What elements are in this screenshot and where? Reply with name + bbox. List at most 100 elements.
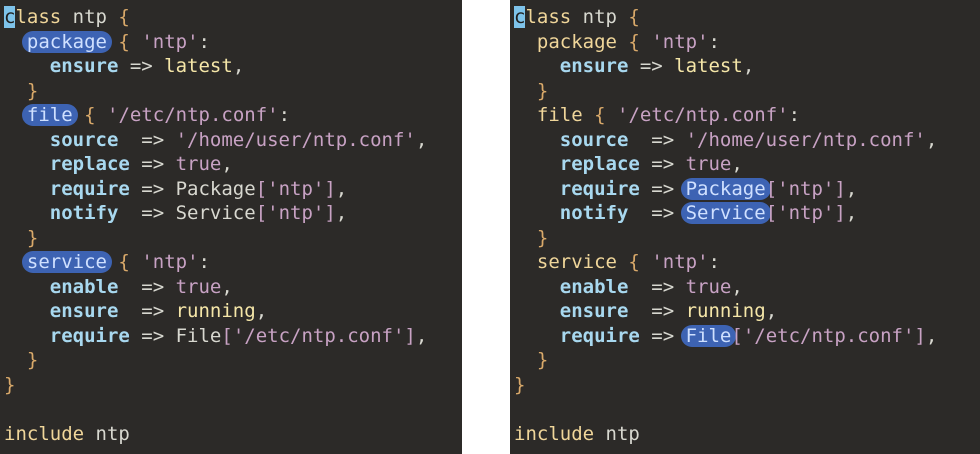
code-line: include ntp xyxy=(514,422,640,446)
code-token: } xyxy=(26,349,39,371)
code-token: 'ntp' xyxy=(129,251,199,273)
code-token: : xyxy=(278,104,291,126)
code-token: true xyxy=(175,153,222,175)
code-line: service { 'ntp': xyxy=(514,250,720,274)
code-token: require xyxy=(49,177,130,200)
code-editor-left[interactable]: class ntp { package { 'ntp': ensure => l… xyxy=(0,0,462,454)
code-token: true xyxy=(175,275,222,298)
code-token: => xyxy=(639,324,686,347)
code-token: } xyxy=(536,79,549,102)
code-token: : xyxy=(708,30,720,53)
code-token: running xyxy=(175,300,256,322)
code-token: '/etc/ntp.conf' xyxy=(95,104,279,126)
code-token: => xyxy=(129,324,176,347)
code-line: ensure => latest, xyxy=(4,54,245,78)
code-token: { xyxy=(118,30,130,53)
code-token: { xyxy=(594,104,606,126)
code-token: source xyxy=(49,128,119,151)
code-token: ntp xyxy=(582,6,629,28)
code-token: replace xyxy=(49,153,130,175)
code-token: ['ntp'] xyxy=(765,177,846,200)
code-token: 'ntp' xyxy=(639,30,709,53)
code-token: ensure xyxy=(559,300,629,322)
code-token: => xyxy=(639,177,686,200)
code-token: enable xyxy=(559,275,629,298)
code-line: source => '/home/user/ntp.conf', xyxy=(4,128,428,152)
code-token: => xyxy=(129,153,176,175)
code-token: } xyxy=(514,373,526,396)
code-line: } xyxy=(514,226,548,250)
code-token: , xyxy=(221,275,233,298)
code-token: , xyxy=(845,202,858,224)
code-token: } xyxy=(536,349,549,371)
code-token: => xyxy=(118,55,165,77)
code-token: : xyxy=(788,104,801,126)
code-editor-right[interactable]: class ntp { package { 'ntp': ensure => l… xyxy=(510,0,980,454)
code-line: notify => Service['ntp'], xyxy=(514,201,857,225)
code-token: , xyxy=(731,153,743,175)
code-token: { xyxy=(84,104,96,126)
code-line: require => Package['ntp'], xyxy=(4,177,347,201)
code-line: class ntp { xyxy=(4,5,130,29)
code-token: => xyxy=(628,202,686,224)
code-line: require => Package['ntp'], xyxy=(514,177,857,201)
code-line: file { '/etc/ntp.conf': xyxy=(514,103,800,127)
code-token: ['/etc/ntp.conf'] xyxy=(221,324,416,347)
code-token: replace xyxy=(559,153,640,175)
code-token: } xyxy=(536,226,549,249)
text-cursor: c xyxy=(4,6,16,28)
code-token: { xyxy=(628,251,640,273)
code-token: => xyxy=(118,128,176,151)
code-token: , xyxy=(731,275,743,298)
code-token: true xyxy=(685,275,732,298)
code-token: true xyxy=(685,153,732,175)
highlighted-token: file xyxy=(21,104,78,126)
code-token: } xyxy=(4,373,16,396)
code-token: , xyxy=(925,128,938,151)
code-token: '/home/user/ntp.conf' xyxy=(685,128,926,151)
code-token: : xyxy=(708,251,720,273)
code-line: replace => true, xyxy=(514,152,743,176)
code-line: enable => true, xyxy=(514,275,743,299)
code-token: => xyxy=(628,300,686,322)
code-token: , xyxy=(765,300,778,322)
code-line: class ntp { xyxy=(514,5,640,29)
code-line: } xyxy=(4,373,15,397)
code-token: => xyxy=(129,177,176,200)
code-token: => xyxy=(639,153,686,175)
code-token: Package xyxy=(175,177,256,200)
code-token: { xyxy=(118,251,130,273)
highlighted-token: service xyxy=(21,251,112,273)
code-token: , xyxy=(335,177,348,200)
code-token: , xyxy=(742,55,755,77)
code-token: ensure xyxy=(559,55,629,77)
code-line: } xyxy=(514,348,548,372)
code-line: replace => true, xyxy=(4,152,233,176)
code-token: , xyxy=(232,55,245,77)
code-token: '/home/user/ntp.conf' xyxy=(175,128,416,151)
code-token: ensure xyxy=(49,300,119,322)
